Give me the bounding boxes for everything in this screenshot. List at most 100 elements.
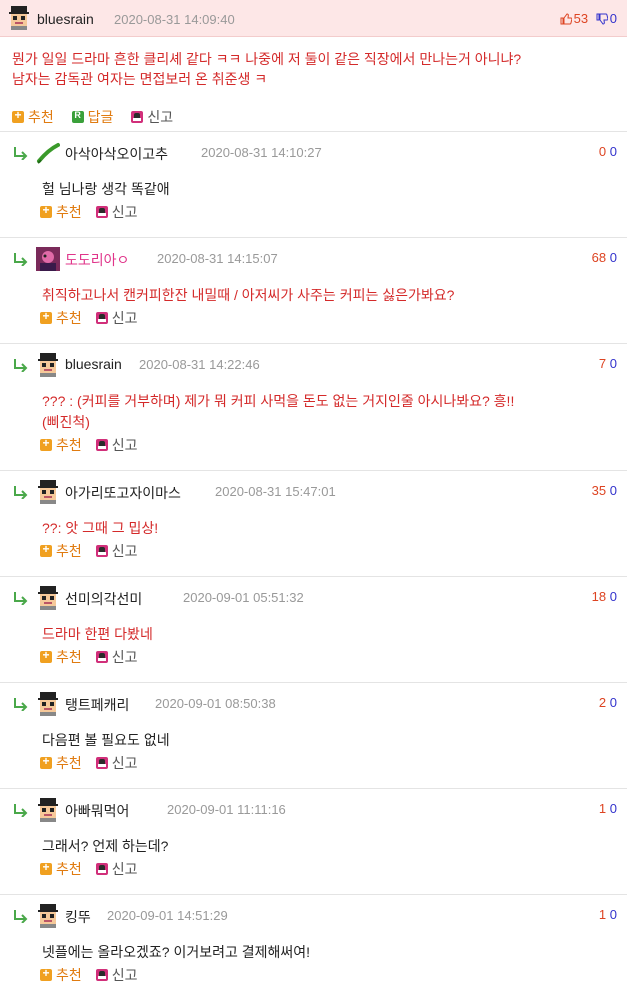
downvote-count[interactable]: 0 — [610, 801, 617, 816]
comment-date: 2020-08-31 14:10:27 — [201, 145, 322, 160]
upvote-count[interactable]: 1 — [599, 801, 606, 816]
upvote-count[interactable]: 2 — [599, 695, 606, 710]
comment-date: 2020-09-01 11:11:16 — [167, 802, 286, 817]
report-button[interactable]: 신고 — [131, 107, 173, 127]
reply-arrow-icon — [14, 486, 28, 499]
upvote-count[interactable]: 68 — [592, 250, 606, 265]
username[interactable]: 아빠뭐먹어 — [65, 801, 129, 821]
reply-list: 아삭아삭오이고추 2020-08-31 14:10:27 0 0 헐 님나랑 생각 똑… — [0, 131, 627, 1000]
reply-comment: 탱트페캐리 2020-09-01 08:50:38 2 0 다음편 볼 필요도 없네추… — [0, 682, 627, 788]
comment-text-line: 넷플에는 올라오겠죠? 이거보려고 결제해써여! — [42, 944, 311, 960]
upvote-count: 53 — [573, 11, 589, 26]
user-avatar-icon — [38, 480, 58, 504]
reply-comment: 킹뚜 2020-09-01 14:51:29 1 0 넷플에는 올라오겠죠? 이거보려… — [0, 894, 627, 1000]
reply-icon — [71, 110, 84, 123]
recommend-label: 추천 — [56, 649, 82, 665]
upvote-count[interactable]: 0 — [599, 144, 606, 159]
recommend-button[interactable]: 추천 — [40, 859, 82, 879]
comment-text: 다음편 볼 필요도 없네 — [42, 730, 615, 751]
reply-comment: 아삭아삭오이고추 2020-08-31 14:10:27 0 0 헐 님나랑 생각 똑… — [0, 131, 627, 237]
report-button[interactable]: 신고 — [95, 965, 138, 985]
thumbs-up-icon[interactable] — [560, 13, 572, 25]
recommend-label: 추천 — [56, 204, 82, 220]
upvote-count[interactable]: 18 — [592, 589, 606, 604]
recommend-button[interactable]: 추천 — [40, 753, 82, 773]
recommend-button[interactable]: 추천 — [40, 965, 82, 985]
report-button[interactable]: 신고 — [95, 859, 138, 879]
username[interactable]: 도도리아ㅇ — [65, 250, 129, 270]
comment-text-line: 헐 님나랑 생각 똑같애 — [42, 181, 170, 197]
report-button[interactable]: 신고 — [95, 541, 138, 561]
user-avatar-icon — [38, 904, 58, 928]
reply-comment: 아빠뭐먹어 2020-09-01 11:11:16 1 0 그래서? 언제 하는데? 추… — [0, 788, 627, 894]
report-button[interactable]: 신고 — [95, 435, 138, 455]
comment-actions: 추천 신고 — [40, 753, 152, 775]
recommend-label: 추천 — [56, 310, 82, 326]
comment-text: 넷플에는 올라오겠죠? 이거보려고 결제해써여! — [42, 942, 615, 963]
username[interactable]: 아삭아삭오이고추 — [65, 144, 168, 164]
recommend-button[interactable]: 추천 — [40, 202, 82, 222]
upvote-count[interactable]: 35 — [592, 483, 606, 498]
report-icon — [95, 651, 108, 663]
username[interactable]: bluesrain — [37, 11, 94, 27]
username[interactable]: bluesrain — [65, 356, 122, 372]
main-comment-header: bluesrain 2020-08-31 14:09:40 53 0 — [0, 0, 627, 37]
upvote-count[interactable]: 7 — [599, 356, 606, 371]
plus-icon — [40, 542, 52, 557]
report-icon — [131, 111, 144, 123]
reply-label: 답글 — [87, 109, 114, 125]
username[interactable]: 탱트페캐리 — [65, 695, 129, 715]
report-label: 신고 — [111, 543, 138, 559]
comment-text-line: ??: 앗 그때 그 밉상! — [42, 520, 159, 536]
thumbs-down-icon[interactable] — [596, 13, 608, 25]
plus-icon — [40, 860, 52, 875]
comment-text-line: 취직하고나서 캔커피한잔 내밀때 / 아저씨가 사주는 커피는 싫은가봐요? — [42, 287, 455, 303]
reply-arrow-icon — [14, 592, 28, 605]
user-avatar-icon — [38, 798, 58, 822]
report-button[interactable]: 신고 — [95, 202, 138, 222]
user-avatar-icon — [9, 6, 29, 30]
user-avatar-icon — [38, 692, 58, 716]
comment-text: 취직하고나서 캔커피한잔 내밀때 / 아저씨가 사주는 커피는 싫은가봐요? — [42, 285, 615, 306]
report-label: 신고 — [111, 437, 138, 453]
report-icon — [95, 439, 108, 451]
reply-arrow-icon — [14, 910, 28, 923]
recommend-button[interactable]: 추천 — [40, 435, 82, 455]
report-button[interactable]: 신고 — [95, 308, 138, 328]
downvote-count[interactable]: 0 — [610, 250, 617, 265]
vote-counts: 1 0 — [599, 801, 617, 816]
recommend-button[interactable]: 추천 — [40, 541, 82, 561]
plus-icon — [40, 754, 52, 769]
report-label: 신고 — [111, 310, 138, 326]
downvote-count[interactable]: 0 — [610, 356, 617, 371]
comment-date: 2020-09-01 05:51:32 — [183, 590, 304, 605]
username[interactable]: 킹뚜 — [65, 907, 91, 927]
vote-counts: 1 0 — [599, 907, 617, 922]
upvote-count[interactable]: 1 — [599, 907, 606, 922]
comment-text: 그래서? 언제 하는데? — [42, 836, 615, 857]
recommend-button[interactable]: 추천 — [12, 107, 54, 127]
comment-actions: 추천 신고 — [40, 202, 152, 224]
report-button[interactable]: 신고 — [95, 647, 138, 667]
comment-actions: 추천 답글 신고 — [12, 107, 627, 129]
main-comment: bluesrain 2020-08-31 14:09:40 53 0 뭔가 일일… — [0, 0, 627, 131]
comment-text: ??? : (커피를 거부하며) 제가 뭐 커피 사먹을 돈도 없는 거지인줄 … — [42, 391, 615, 433]
comment-text: 드라마 한편 다봤네 — [42, 624, 615, 645]
username[interactable]: 아가리또고자이마스 — [65, 483, 181, 503]
reply-arrow-icon — [14, 253, 28, 266]
user-avatar-icon — [38, 353, 58, 377]
report-label: 신고 — [111, 204, 138, 220]
downvote-count[interactable]: 0 — [610, 483, 617, 498]
username[interactable]: 선미의각선미 — [65, 589, 142, 609]
downvote-count[interactable]: 0 — [610, 589, 617, 604]
recommend-button[interactable]: 추천 — [40, 647, 82, 667]
reply-button[interactable]: 답글 — [71, 107, 114, 127]
comment-actions: 추천 신고 — [40, 541, 152, 563]
downvote-count[interactable]: 0 — [610, 907, 617, 922]
comment-text: ??: 앗 그때 그 밉상! — [42, 518, 615, 539]
downvote-count[interactable]: 0 — [610, 695, 617, 710]
report-icon — [95, 312, 108, 324]
report-button[interactable]: 신고 — [95, 753, 138, 773]
recommend-button[interactable]: 추천 — [40, 308, 82, 328]
downvote-count[interactable]: 0 — [610, 144, 617, 159]
